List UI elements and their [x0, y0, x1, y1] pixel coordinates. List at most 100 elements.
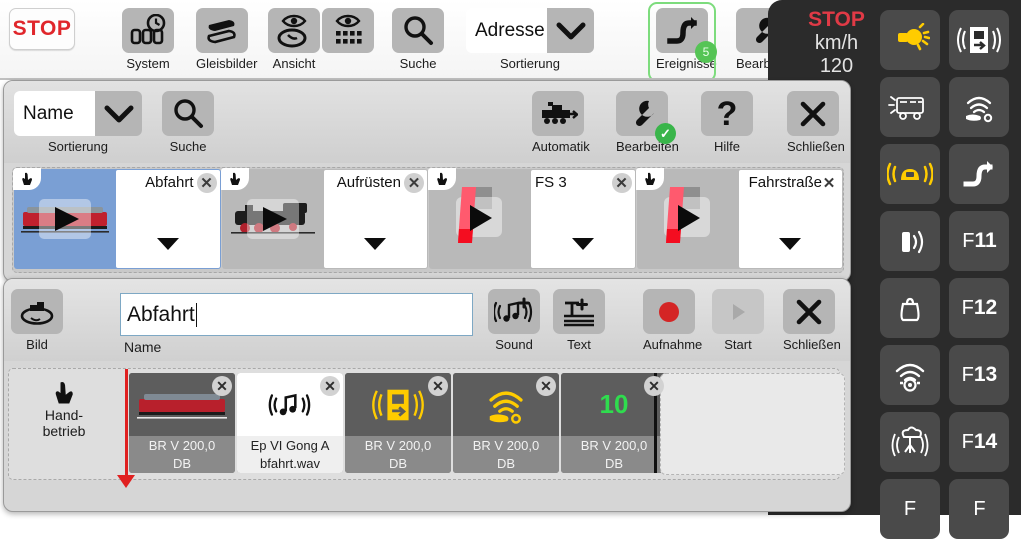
fkey-f15[interactable]: F: [880, 479, 940, 539]
stop-button[interactable]: STOP: [9, 8, 75, 50]
events-sort-dropdown[interactable]: Name: [14, 91, 142, 136]
editor-sound-button[interactable]: Sound: [488, 289, 540, 352]
text-cursor: [195, 302, 197, 327]
sort-dropdown[interactable]: Adresse: [466, 8, 594, 53]
expand-caret-icon[interactable]: [156, 238, 179, 250]
hand-mode-indicator[interactable]: Hand- betrieb: [21, 377, 107, 439]
close-icon[interactable]: ✕: [196, 173, 217, 193]
name-input-value: Abfahrt: [127, 302, 195, 326]
events-action-label: Automatik: [532, 139, 590, 154]
timeline-playhead-marker[interactable]: [117, 475, 135, 488]
toolbar-item-ereignisse[interactable]: 5 Ereignisse: [648, 2, 717, 82]
fkey-f14[interactable]: F 14: [949, 412, 1010, 472]
expand-caret-icon[interactable]: [571, 238, 594, 250]
timeline-tile-caption: BR V 200,0 DB: [453, 436, 559, 473]
fkey-whistle[interactable]: [880, 211, 940, 271]
toolbar-item-suche[interactable]: Suche: [392, 8, 444, 71]
hand-pointer-icon: [635, 168, 664, 190]
events-sort-value: Name: [14, 91, 95, 136]
check-badge-icon: ✓: [655, 123, 676, 144]
close-icon[interactable]: ✕: [428, 376, 448, 396]
event-timeline[interactable]: Hand- betrieb ✕ BR V 200,0 DB ✕ Ep VI Go…: [8, 368, 845, 488]
sort-value: Adresse: [466, 8, 547, 53]
events-sort-control[interactable]: Name Sortierung: [14, 91, 142, 154]
editor-bild-button[interactable]: Bild: [11, 289, 63, 352]
events-search-label: Suche: [169, 139, 207, 154]
toolbar-item-ansicht[interactable]: Ansicht: [268, 8, 320, 71]
close-icon[interactable]: ✕: [611, 173, 632, 193]
editor-action-label: Aufnahme: [643, 337, 703, 352]
events-tile-strip[interactable]: Abfahrt ✕ Aufrüsten ✕ FS 3 ✕ Fahrstraße …: [12, 167, 844, 273]
close-icon[interactable]: ✕: [212, 376, 232, 396]
caption-line-2: bfahrt.wav: [260, 455, 320, 471]
timeline-tiles: ✕ BR V 200,0 DB ✕ Ep VI Gong A bfahrt.wa…: [129, 373, 669, 475]
editor-start-button[interactable]: Start: [712, 289, 764, 352]
fkey-light-sun[interactable]: [880, 10, 940, 70]
fkey-prefix: F: [903, 497, 917, 520]
event-tile-name: Fahrstraße: [748, 174, 822, 191]
editor-aufnahme-button[interactable]: Aufnahme: [643, 289, 703, 352]
wrench-icon: ✓: [616, 91, 676, 144]
close-icon[interactable]: ✕: [404, 173, 424, 193]
timeline-tile-caption: Ep VI Gong A bfahrt.wav: [237, 436, 343, 473]
fkey-f13[interactable]: F 13: [949, 345, 1010, 405]
close-icon[interactable]: ✕: [320, 376, 340, 396]
fkey-f11[interactable]: F 11: [949, 211, 1010, 271]
timeline-tile-loco[interactable]: ✕ BR V 200,0 DB: [129, 373, 235, 473]
speed-readout: STOP km/h 120: [784, 8, 889, 78]
caption-line-1: BR V 200,0: [364, 438, 432, 453]
timeline-tile-horn[interactable]: ✕ BR V 200,0 DB: [453, 373, 559, 473]
record-dot-icon: [643, 289, 695, 334]
timeline-tile-door-signal[interactable]: ✕ BR V 200,0 DB: [345, 373, 451, 473]
fkey-route-step[interactable]: [949, 144, 1010, 204]
caption-line-1: BR V 200,0: [148, 438, 216, 453]
name-input[interactable]: Abfahrt: [120, 293, 473, 336]
name-input-label: Name: [124, 339, 162, 355]
fkey-f12[interactable]: F 12: [949, 278, 1010, 338]
toolbar-item-gleisbilder[interactable]: Gleisbilder: [196, 8, 257, 71]
fkey-f16[interactable]: F: [949, 479, 1010, 539]
close-icon[interactable]: ✕: [536, 376, 556, 396]
editor-action-label: Schließen: [783, 337, 841, 352]
speed-value: 120: [819, 55, 854, 77]
editor-text-button[interactable]: Text: [553, 289, 605, 352]
fkey-horn-wifi[interactable]: [949, 77, 1010, 137]
caption-line-2: DB: [496, 455, 516, 471]
event-tile-abfahrt[interactable]: Abfahrt ✕: [13, 168, 221, 269]
events-hilfe-button[interactable]: ? Hilfe: [701, 91, 753, 154]
events-dialog: Name Sortierung Suche Automatik ✓ Bearbe…: [3, 80, 851, 282]
fkey-door-signal[interactable]: [949, 10, 1010, 70]
chevron-down-icon[interactable]: [547, 8, 594, 53]
expand-caret-icon[interactable]: [779, 238, 802, 250]
timeline-playhead[interactable]: [125, 369, 128, 479]
caption-line-1: BR V 200,0: [580, 438, 648, 453]
fkey-steam-puff[interactable]: [880, 412, 940, 472]
fkey-coach-light[interactable]: [880, 77, 940, 137]
close-icon[interactable]: ✕: [644, 376, 664, 396]
event-tile-fs3[interactable]: FS 3 ✕: [428, 168, 636, 269]
close-icon[interactable]: ✕: [819, 173, 839, 193]
toolbar-item-system[interactable]: System: [122, 8, 174, 71]
events-automatik-button[interactable]: Automatik: [532, 91, 590, 154]
hand-pointer-icon: [428, 168, 456, 190]
fkey-radio-wave[interactable]: [880, 345, 940, 405]
event-tile-fahrstrasse[interactable]: Fahrstraße ✕: [635, 168, 843, 269]
fkey-prefix: F: [961, 430, 974, 453]
expand-caret-icon[interactable]: [364, 238, 387, 250]
event-tile-meta: FS 3 ✕: [531, 170, 635, 268]
fkey-cab-light[interactable]: [880, 144, 940, 204]
event-tile-meta: Aufrüsten ✕: [323, 170, 427, 268]
timeline-empty-slot[interactable]: [660, 373, 845, 475]
events-bearbeiten-button[interactable]: ✓ Bearbeiten: [616, 91, 679, 154]
editor-schliessen-button[interactable]: Schließen: [783, 289, 841, 352]
toolbar-item-sortierung[interactable]: Adresse Sortierung: [466, 8, 594, 71]
timeline-tile-speed[interactable]: 10 ✕ BR V 200,0 DB: [561, 373, 667, 473]
event-tile-aufruesten[interactable]: Aufrüsten ✕: [220, 168, 428, 269]
chevron-down-icon[interactable]: [95, 91, 142, 136]
events-schliessen-button[interactable]: Schließen: [787, 91, 845, 154]
toolbar-item-ansicht-grid[interactable]: .: [322, 8, 374, 71]
events-search-button[interactable]: Suche: [162, 91, 214, 154]
timeline-tile-sound[interactable]: ✕ Ep VI Gong A bfahrt.wav: [237, 373, 343, 473]
fkey-weight[interactable]: [880, 278, 940, 338]
question-mark-icon: ?: [701, 91, 753, 136]
